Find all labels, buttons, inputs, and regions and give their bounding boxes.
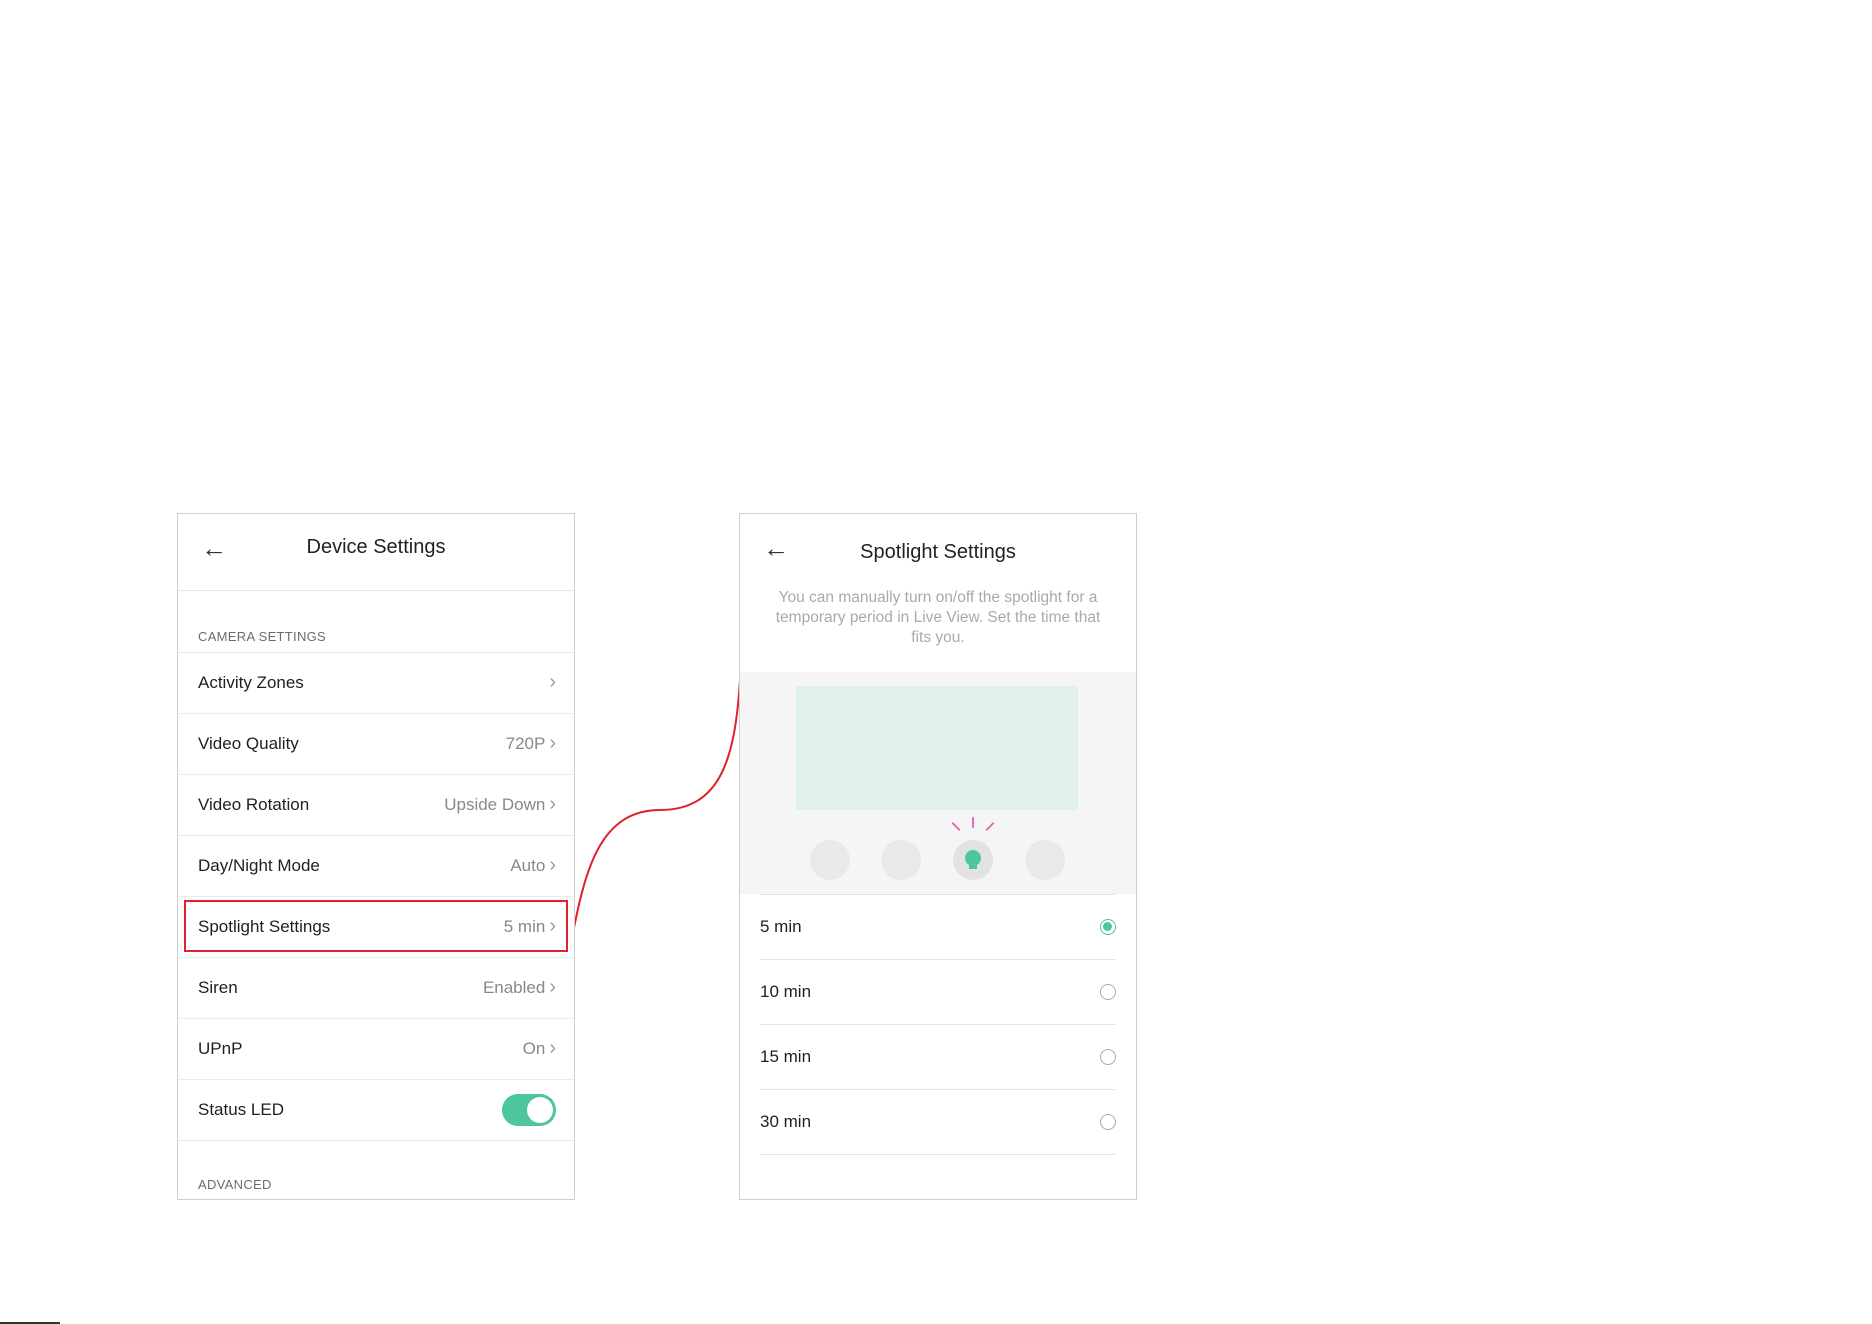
row-label: Spotlight Settings <box>198 917 331 936</box>
row-label: Siren <box>198 978 238 997</box>
radio-unchecked-icon[interactable] <box>1100 1114 1116 1130</box>
option-label: 10 min <box>760 982 812 1001</box>
settings-row-activity-zones[interactable]: Activity Zones › <box>178 652 574 713</box>
row-value: Enabled <box>482 978 546 997</box>
chevron-right-icon: › <box>549 793 556 815</box>
light-ray-icon <box>972 817 974 828</box>
section-header-camera: CAMERA SETTINGS <box>198 629 327 644</box>
option-10-min[interactable]: 10 min <box>760 959 1116 1024</box>
row-label: Video Quality <box>198 734 299 753</box>
spotlight-dot <box>953 840 993 880</box>
settings-row-spotlight-settings[interactable]: Spotlight Settings 5 min › <box>178 896 574 957</box>
live-view-preview <box>796 686 1078 810</box>
lightbulb-base <box>969 865 977 869</box>
row-value: Upside Down <box>444 795 546 814</box>
chevron-right-icon: › <box>549 976 556 998</box>
chevron-right-icon: › <box>549 671 556 693</box>
row-label: Activity Zones <box>198 673 304 692</box>
settings-row-status-led: Status LED <box>178 1079 574 1140</box>
status-led-toggle[interactable] <box>502 1094 556 1126</box>
header: ← Device Settings <box>178 514 574 591</box>
radio-unchecked-icon[interactable] <box>1100 984 1116 1000</box>
light-ray-icon <box>951 821 961 832</box>
row-label: UPnP <box>198 1039 243 1058</box>
page-title: Spotlight Settings <box>860 541 1016 563</box>
option-label: 15 min <box>760 1047 812 1066</box>
description-text: You can manually turn on/off the spotlig… <box>775 589 1101 646</box>
row-label: Video Rotation <box>198 795 310 814</box>
chevron-right-icon: › <box>549 854 556 876</box>
radio-unchecked-icon[interactable] <box>1100 1049 1116 1065</box>
section-header-advanced: ADVANCED <box>178 1140 574 1199</box>
row-value: Auto <box>510 856 546 875</box>
chevron-right-icon: › <box>549 732 556 754</box>
control-dot <box>1025 840 1065 880</box>
row-value: On <box>522 1039 546 1058</box>
option-label: 30 min <box>760 1112 812 1131</box>
row-value: 720P <box>505 734 546 753</box>
option-label: 5 min <box>760 917 802 936</box>
option-5-min[interactable]: 5 min <box>760 894 1116 959</box>
row-label: Status LED <box>198 1100 284 1119</box>
lightbulb-icon <box>965 850 981 866</box>
chevron-right-icon: › <box>549 1037 556 1059</box>
settings-row-upnp[interactable]: UPnP On › <box>178 1018 574 1079</box>
control-dot <box>810 840 850 880</box>
settings-row-video-rotation[interactable]: Video Rotation Upside Down › <box>178 774 574 835</box>
spotlight-settings-screen: ← Spotlight Settings You can manually tu… <box>739 513 1137 1200</box>
light-ray-icon <box>985 821 995 832</box>
page-title: Device Settings <box>306 536 446 558</box>
row-value: 5 min <box>503 917 546 936</box>
control-dot <box>881 840 921 880</box>
spotlight-illustration <box>740 672 1136 894</box>
toggle-knob <box>527 1097 553 1123</box>
chevron-right-icon: › <box>549 915 556 937</box>
settings-row-video-quality[interactable]: Video Quality 720P › <box>178 713 574 774</box>
option-30-min[interactable]: 30 min <box>760 1089 1116 1155</box>
option-15-min[interactable]: 15 min <box>760 1024 1116 1089</box>
settings-row-siren[interactable]: Siren Enabled › <box>178 957 574 1018</box>
radio-checked-icon[interactable] <box>1100 919 1116 935</box>
row-label: Day/Night Mode <box>198 856 320 875</box>
device-settings-screen: ← Device Settings CAMERA SETTINGS Activi… <box>177 513 575 1200</box>
settings-row-day-night-mode[interactable]: Day/Night Mode Auto › <box>178 835 574 896</box>
header: ← Spotlight Settings <box>740 514 1136 576</box>
